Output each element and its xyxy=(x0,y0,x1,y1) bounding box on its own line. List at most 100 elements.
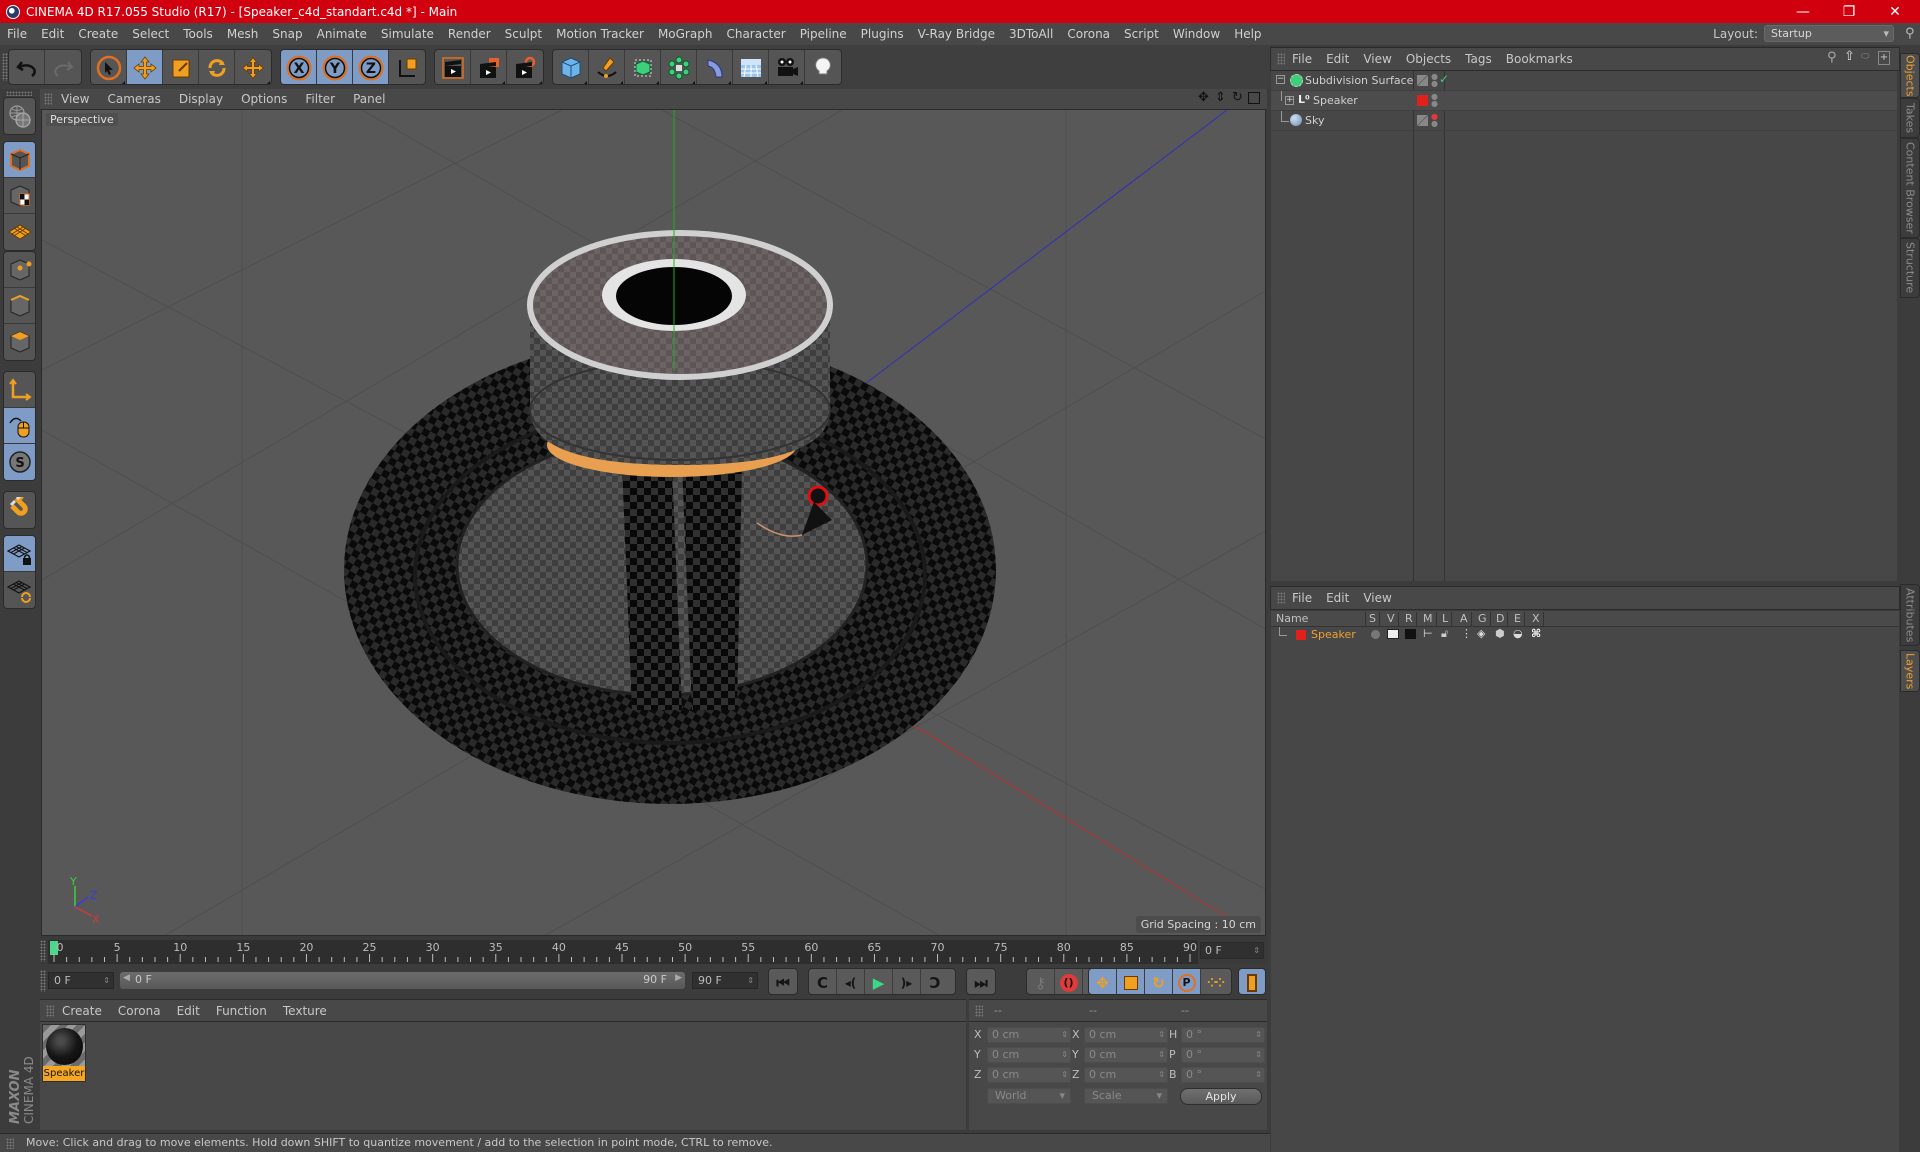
side-tab-attributes[interactable]: Attributes xyxy=(1900,584,1920,646)
autokeying-button[interactable]: () xyxy=(1055,969,1083,994)
layout-select[interactable]: Startup xyxy=(1764,25,1894,42)
object-search-icon[interactable]: ⚲ xyxy=(1827,50,1837,65)
xref-toggle-icon[interactable]: ⌘ xyxy=(1531,627,1541,640)
object-menu-tags[interactable]: Tags xyxy=(1458,52,1499,66)
viewport-menu-cameras[interactable]: Cameras xyxy=(98,92,169,106)
go-to-end-button[interactable]: ⏭ xyxy=(967,969,995,994)
side-tab-takes[interactable]: Takes xyxy=(1900,98,1920,138)
transport-grip[interactable] xyxy=(40,970,46,992)
collapse-icon[interactable]: − xyxy=(1276,75,1285,84)
size-mode-select[interactable]: Scale xyxy=(1084,1088,1168,1104)
search-icon[interactable]: ⚲ xyxy=(1905,26,1915,41)
size-y-field[interactable]: 0 cm xyxy=(1084,1047,1168,1063)
layer-menu-file[interactable]: File xyxy=(1285,591,1319,605)
render-view-button[interactable] xyxy=(435,50,471,84)
menu-help[interactable]: Help xyxy=(1227,27,1268,41)
column-deformers[interactable]: D xyxy=(1493,612,1509,626)
coordinates-grip[interactable] xyxy=(975,1005,983,1017)
manager-toggle-icon[interactable]: ⊢ xyxy=(1423,627,1433,640)
z-axis-lock-button[interactable]: Z xyxy=(353,50,389,84)
layer-name[interactable]: Speaker xyxy=(1311,628,1356,641)
animation-toggle-icon[interactable]: ⋮ xyxy=(1461,627,1472,640)
timeline-ruler[interactable]: 0 5 10 15 20 25 30 35 40 45 50 55 60 65 70 75 80 85 90 xyxy=(48,940,1198,964)
menu-mesh[interactable]: Mesh xyxy=(220,27,266,41)
position-track-button[interactable]: ✥ xyxy=(1089,969,1117,994)
object-manager-grip[interactable] xyxy=(1277,53,1285,65)
play-button[interactable]: ▶ xyxy=(865,969,893,994)
menu-render[interactable]: Render xyxy=(441,27,498,41)
layer-menu-edit[interactable]: Edit xyxy=(1319,591,1356,605)
render-to-picture-viewer-button[interactable] xyxy=(471,50,507,84)
rotation-track-button[interactable]: ↻ xyxy=(1145,969,1173,994)
coordinate-mode-select[interactable]: World xyxy=(987,1088,1071,1104)
generators-toggle-icon[interactable]: ◈ xyxy=(1477,627,1485,640)
menu-motion-tracker[interactable]: Motion Tracker xyxy=(549,27,651,41)
menu-vray-bridge[interactable]: V-Ray Bridge xyxy=(911,27,1002,41)
column-render[interactable]: R xyxy=(1402,612,1417,626)
next-key-button[interactable]: Ↄ xyxy=(921,969,949,994)
record-keys-button[interactable]: ⚷ xyxy=(1027,969,1055,994)
viewport-menu-view[interactable]: View xyxy=(52,92,98,106)
layer-menu-view[interactable]: View xyxy=(1356,591,1398,605)
column-manager[interactable]: M xyxy=(1420,612,1437,626)
minimize-button[interactable]: — xyxy=(1780,0,1826,23)
column-xref[interactable]: X xyxy=(1529,612,1544,626)
solo-toggle-icon[interactable] xyxy=(1371,630,1380,639)
palette-grip[interactable] xyxy=(6,91,32,96)
range-left-arrow-icon[interactable]: ◀ xyxy=(123,973,130,983)
snapping-button[interactable] xyxy=(4,492,35,528)
column-generators[interactable]: G xyxy=(1475,612,1491,626)
side-tab-structure[interactable]: Structure xyxy=(1900,238,1920,298)
points-mode-button[interactable] xyxy=(4,252,35,288)
workplane-alignment-button[interactable] xyxy=(4,572,35,608)
make-editable-button[interactable] xyxy=(4,98,35,134)
scale-track-button[interactable] xyxy=(1117,969,1145,994)
locked-workplane-button[interactable] xyxy=(4,536,35,572)
parameter-track-button[interactable]: P xyxy=(1173,969,1201,994)
next-frame-button[interactable]: )▸ xyxy=(893,969,921,994)
rotate-tool-button[interactable] xyxy=(199,50,235,84)
deformers-toggle-icon[interactable]: ⬢ xyxy=(1495,627,1505,640)
material-menu-edit[interactable]: Edit xyxy=(169,1004,208,1018)
rot-b-field[interactable]: 0 ° xyxy=(1181,1067,1265,1083)
undo-button[interactable] xyxy=(9,50,45,84)
enabled-check-icon[interactable]: ✓ xyxy=(1439,72,1449,86)
side-tab-objects[interactable]: Objects xyxy=(1900,53,1920,98)
column-expressions[interactable]: E xyxy=(1511,612,1525,626)
object-row-sky[interactable]: Sky ● ● xyxy=(1271,111,1897,131)
menu-simulate[interactable]: Simulate xyxy=(374,27,441,41)
menu-3dtoall[interactable]: 3DToAll xyxy=(1002,27,1060,41)
rot-p-field[interactable]: 0 ° xyxy=(1181,1047,1265,1063)
cube-button[interactable] xyxy=(553,50,589,84)
object-menu-edit[interactable]: Edit xyxy=(1319,52,1356,66)
cloner-button[interactable] xyxy=(661,50,697,84)
point-level-animation-button[interactable]: ⁘⁘ xyxy=(1201,969,1229,994)
menu-sculpt[interactable]: Sculpt xyxy=(498,27,549,41)
column-name[interactable]: Name xyxy=(1273,612,1366,626)
object-menu-file[interactable]: File xyxy=(1285,52,1319,66)
floor-button[interactable] xyxy=(733,50,769,84)
render-settings-button[interactable] xyxy=(507,50,543,84)
lock-toggle-icon[interactable]: 🔓︎ xyxy=(1441,627,1448,641)
viewport-menu-panel[interactable]: Panel xyxy=(344,92,394,106)
object-row-subdivision-surface[interactable]: − Subdivision Surface ● ● ✓ xyxy=(1271,71,1897,91)
current-frame-field[interactable]: 0 F ⇕ xyxy=(1200,942,1264,959)
visibility-dots-icon[interactable]: ● ● xyxy=(1431,113,1438,128)
layer-inactive-icon[interactable] xyxy=(1417,115,1428,126)
pos-z-field[interactable]: 0 cm xyxy=(987,1067,1071,1083)
menu-script[interactable]: Script xyxy=(1117,27,1166,41)
end-frame-field[interactable]: 90 F ⇕ xyxy=(692,972,758,989)
pos-y-field[interactable]: 0 cm xyxy=(987,1047,1071,1063)
move-tool-button[interactable] xyxy=(127,50,163,84)
toggle-view-icon[interactable] xyxy=(1248,92,1260,104)
column-visible[interactable]: V xyxy=(1384,612,1399,626)
tweak-mode-button[interactable] xyxy=(4,408,35,444)
polygons-mode-button[interactable] xyxy=(4,324,35,360)
material-thumbnail[interactable]: Speaker xyxy=(42,1024,86,1082)
preview-range-slider[interactable]: ◀ 0 F 90 F ▶ xyxy=(120,972,685,989)
column-animation[interactable]: A xyxy=(1457,612,1472,626)
home-icon[interactable]: ⇧ xyxy=(1844,49,1855,64)
edges-mode-button[interactable] xyxy=(4,288,35,324)
menu-tools[interactable]: Tools xyxy=(176,27,220,41)
object-name[interactable]: Subdivision Surface xyxy=(1305,74,1413,87)
